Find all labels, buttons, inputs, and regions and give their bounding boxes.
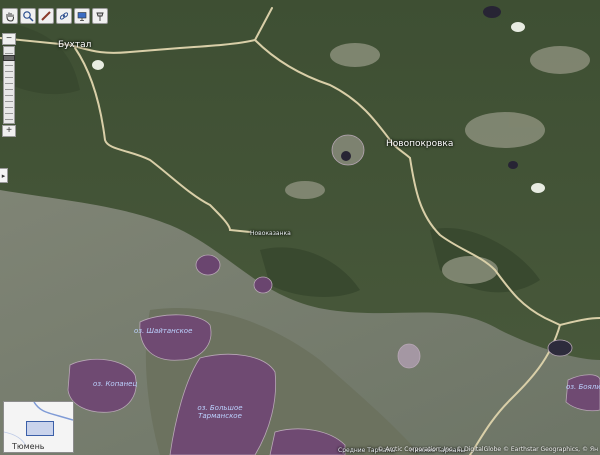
zoom-out-button[interactable]: − [2,33,16,45]
chevron-right-icon: ▸ [1,172,6,180]
zoom-slider[interactable] [3,46,15,124]
monitor-icon [77,12,87,21]
ruler-tool-button[interactable] [38,8,54,24]
village-label-bukhtal: Бухтал [58,40,92,50]
ruler-icon [41,11,51,21]
zoom-control: − + [2,33,16,137]
magnifier-tool-button[interactable] [20,8,36,24]
map-toolbar [2,8,108,24]
lake-label-kopanets: оз. Копанец [93,380,138,388]
pin-tool-button[interactable] [92,8,108,24]
village-label-novopokrovka: Новопокровка [386,139,454,149]
print-tool-button[interactable] [74,8,90,24]
village-label-novokazanka: Новоказанка [250,230,291,237]
drag-tool-button[interactable] [2,8,18,24]
hand-icon [6,12,14,22]
minimap-city-label: Тюмень [12,442,45,451]
magnifier-icon [23,11,34,22]
link-icon [59,12,69,20]
minimap-viewport[interactable] [26,421,54,436]
link-tool-button[interactable] [56,8,72,24]
satellite-imagery [0,0,600,455]
pin-icon [96,12,104,21]
overview-minimap[interactable]: Тюмень [3,401,74,453]
lake-label-shaitanskoe: оз. Шайтанское [134,327,193,335]
side-panel-toggle[interactable]: ▸ [0,168,8,183]
zoom-in-button[interactable]: + [2,125,16,137]
copyright-text: © Arctic Corporation, Inc. © DigitalGlob… [377,446,598,453]
lake-label-bolshoe-tarmanskoe: оз. Большое Тарманское [197,404,243,420]
satellite-map[interactable]: Бухтал Новопокровка Новоказанка оз. Шайт… [0,0,600,455]
zoom-slider-thumb[interactable] [3,55,15,61]
lake-label-boyardskoe: оз. Боялинское [566,383,600,391]
